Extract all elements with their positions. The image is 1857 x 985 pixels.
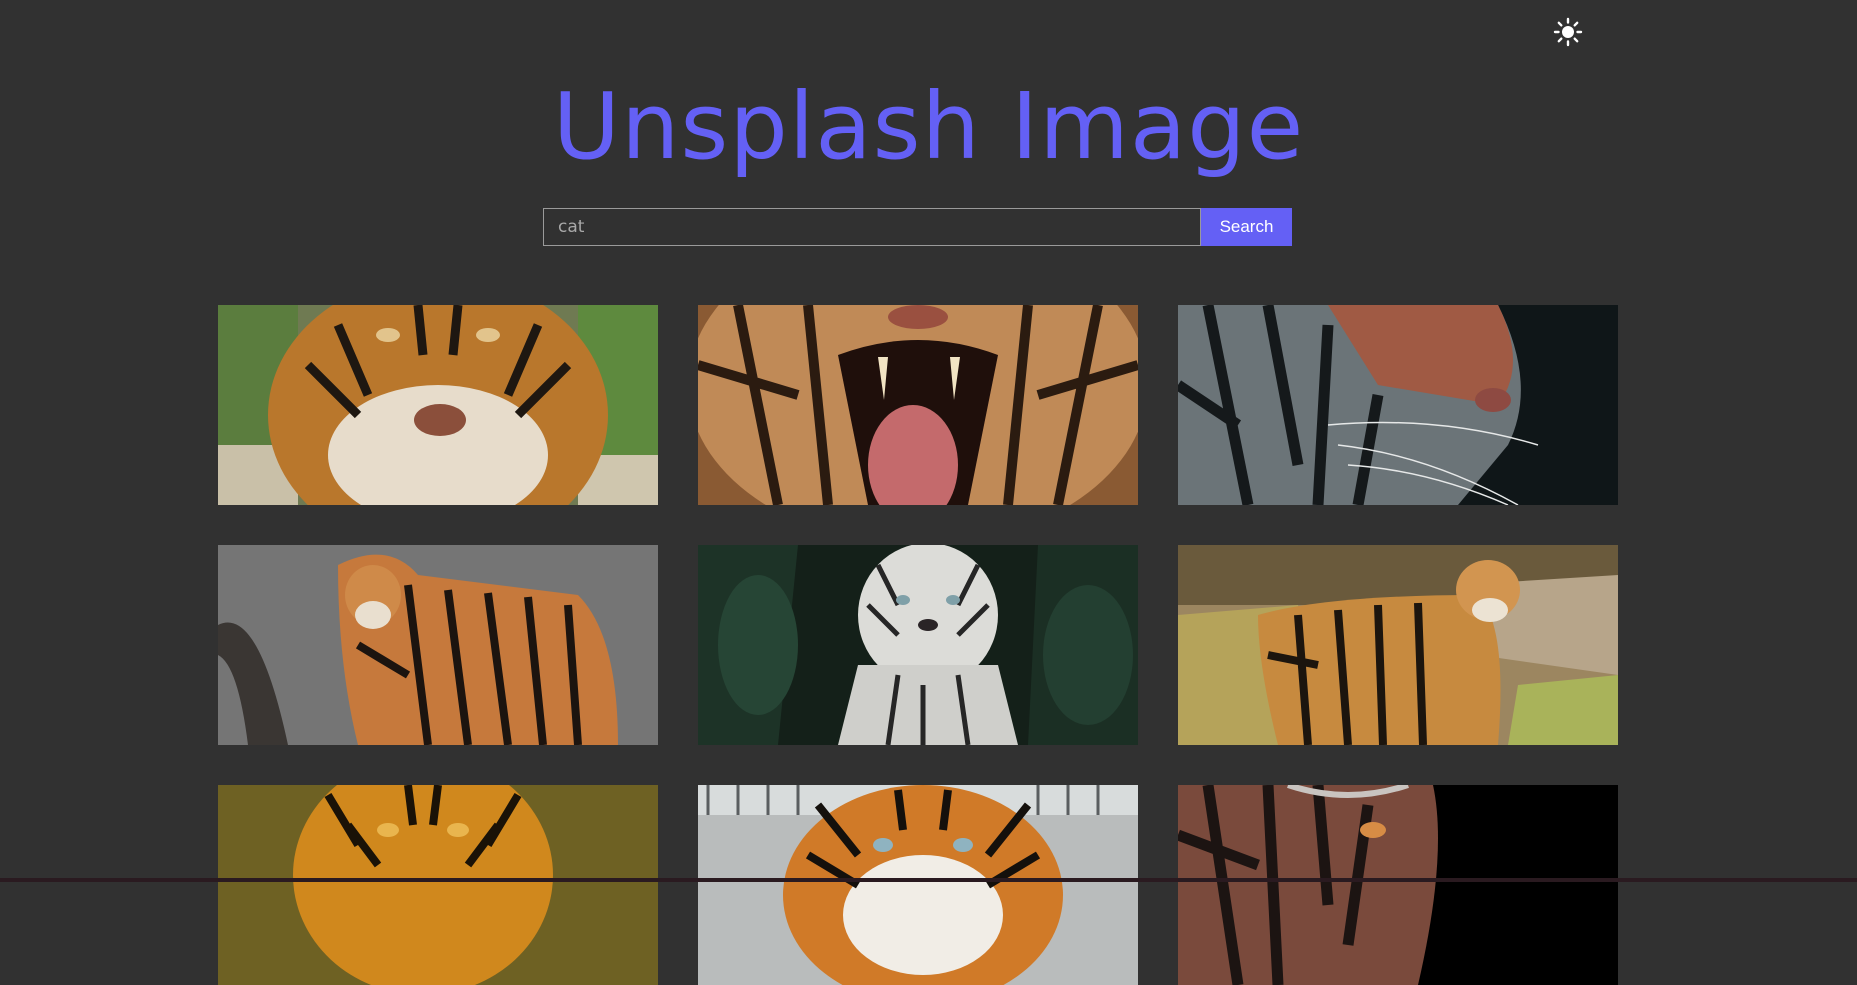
search-input[interactable] xyxy=(543,208,1201,246)
bottom-edge xyxy=(0,878,1857,882)
gallery-image-tiger-standing-grass[interactable] xyxy=(1178,545,1618,745)
image-gallery xyxy=(218,305,1618,985)
theme-toggle-button[interactable] xyxy=(1552,16,1584,48)
search-button[interactable]: Search xyxy=(1201,208,1292,246)
gallery-image-tiger-profile-dark[interactable] xyxy=(1178,305,1618,505)
gallery-image-tiger-face-fence[interactable] xyxy=(698,785,1138,985)
gallery-image-white-tiger-jungle[interactable] xyxy=(698,545,1138,745)
page-title: Unsplash Image xyxy=(552,73,1305,180)
search-form: Search xyxy=(543,208,1292,246)
gallery-image-tiger-face-closeup[interactable] xyxy=(218,305,658,505)
gallery-image-tiger-standing-rock[interactable] xyxy=(218,545,658,745)
gallery-image-tiger-face-shadow[interactable] xyxy=(1178,785,1618,985)
gallery-image-tiger-face-golden[interactable] xyxy=(218,785,658,985)
sun-icon xyxy=(1553,17,1583,47)
gallery-image-tiger-roaring-mouth[interactable] xyxy=(698,305,1138,505)
